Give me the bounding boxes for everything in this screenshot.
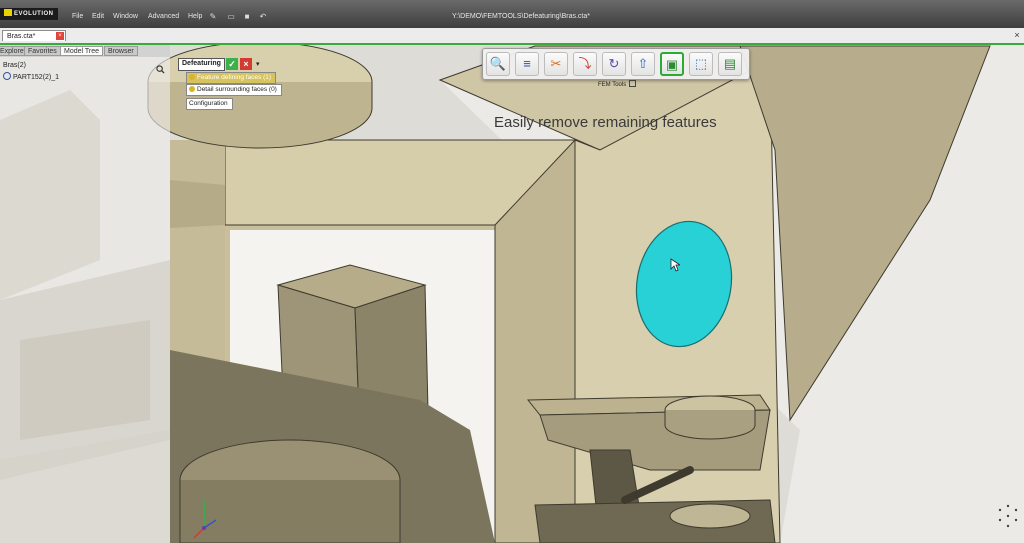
mesh-tool-icon[interactable]: ▤: [718, 52, 742, 76]
menu-advanced[interactable]: Advanced: [148, 13, 179, 20]
face-icon: [189, 74, 195, 80]
option-label: Detail surrounding faces (0): [197, 86, 277, 93]
search-tool-icon[interactable]: 🔍: [486, 52, 510, 76]
pin-icon[interactable]: ▾: [256, 60, 260, 68]
edit-tool-icon[interactable]: ≡: [515, 52, 539, 76]
rotate-tool-icon[interactable]: ↻: [602, 52, 626, 76]
defeaturing-panel: Defeaturing ✓ × ▾ Feature defining faces…: [178, 58, 288, 118]
check-icon[interactable]: ✓: [226, 58, 238, 70]
menu-file[interactable]: File: [72, 13, 83, 20]
window-title: Y:\DEMO\FEMTOOLS\Defeaturing\Bras.cta*: [452, 13, 590, 20]
defeaturing-title: Defeaturing: [178, 58, 225, 71]
fem-tools-label: FEM Tools: [598, 80, 637, 88]
menu-edit[interactable]: Edit: [92, 13, 104, 20]
close-icon[interactable]: ×: [240, 58, 252, 70]
feature-defining-faces-option[interactable]: Feature defining faces (1): [186, 72, 277, 84]
menu-help[interactable]: Help: [188, 13, 202, 20]
box-select-icon[interactable]: ⬚: [689, 52, 713, 76]
video-caption: Easily remove remaining features: [494, 114, 717, 131]
document-tab[interactable]: Bras.cta* ×: [2, 30, 66, 41]
tree-item-root[interactable]: Bras(2): [3, 62, 26, 69]
pin-icon[interactable]: ✎: [208, 12, 218, 21]
checkbox-icon[interactable]: [629, 80, 637, 87]
mouse-cursor-icon: [670, 258, 680, 272]
close-tab-icon[interactable]: ×: [56, 32, 64, 40]
export-up-icon[interactable]: ⇧: [631, 52, 655, 76]
fem-tools-toolbar: 🔍 ≡ ✂ ⤵ ↻ ⇧ ▣ ⬚ ▤: [482, 48, 750, 80]
document-tab-bar: Bras.cta* × ×: [0, 28, 1024, 45]
view-cube-icon[interactable]: [996, 504, 1020, 528]
close-icon[interactable]: ×: [1012, 30, 1022, 40]
face-icon: [189, 86, 195, 92]
title-bar: EVOLUTION File Edit Window Advanced Help…: [0, 0, 1024, 28]
configuration-option[interactable]: Configuration: [186, 98, 233, 110]
scissors-tool-icon[interactable]: ✂: [544, 52, 568, 76]
crop-tool-icon[interactable]: ⤵: [573, 52, 597, 76]
panel-tabs: Explorer Favorites Model Tree Browser: [0, 45, 170, 57]
option-label: Configuration: [189, 100, 228, 107]
app-logo: EVOLUTION: [0, 8, 58, 20]
tab-browser[interactable]: Browser: [104, 46, 138, 56]
save-icon[interactable]: ■: [242, 12, 252, 21]
option-label: Feature defining faces (1): [197, 74, 272, 81]
menu-window[interactable]: Window: [113, 13, 138, 20]
tree-item-part-label: PART152(2)_1: [13, 74, 60, 81]
open-icon[interactable]: ▭: [226, 12, 236, 21]
select-face-icon[interactable]: ▣: [660, 52, 684, 76]
tab-model-tree[interactable]: Model Tree: [60, 46, 104, 56]
tab-favorites[interactable]: Favorites: [24, 46, 61, 56]
search-icon[interactable]: [156, 65, 165, 74]
detail-surrounding-faces-option[interactable]: Detail surrounding faces (0): [186, 84, 282, 96]
axis-triad-icon: [193, 500, 217, 539]
part-icon: [3, 72, 11, 80]
side-panel: Explorer Favorites Model Tree Browser Br…: [0, 45, 170, 543]
undo-icon[interactable]: ↶: [258, 12, 268, 21]
tree-item-part[interactable]: PART152(2)_1: [3, 72, 59, 81]
